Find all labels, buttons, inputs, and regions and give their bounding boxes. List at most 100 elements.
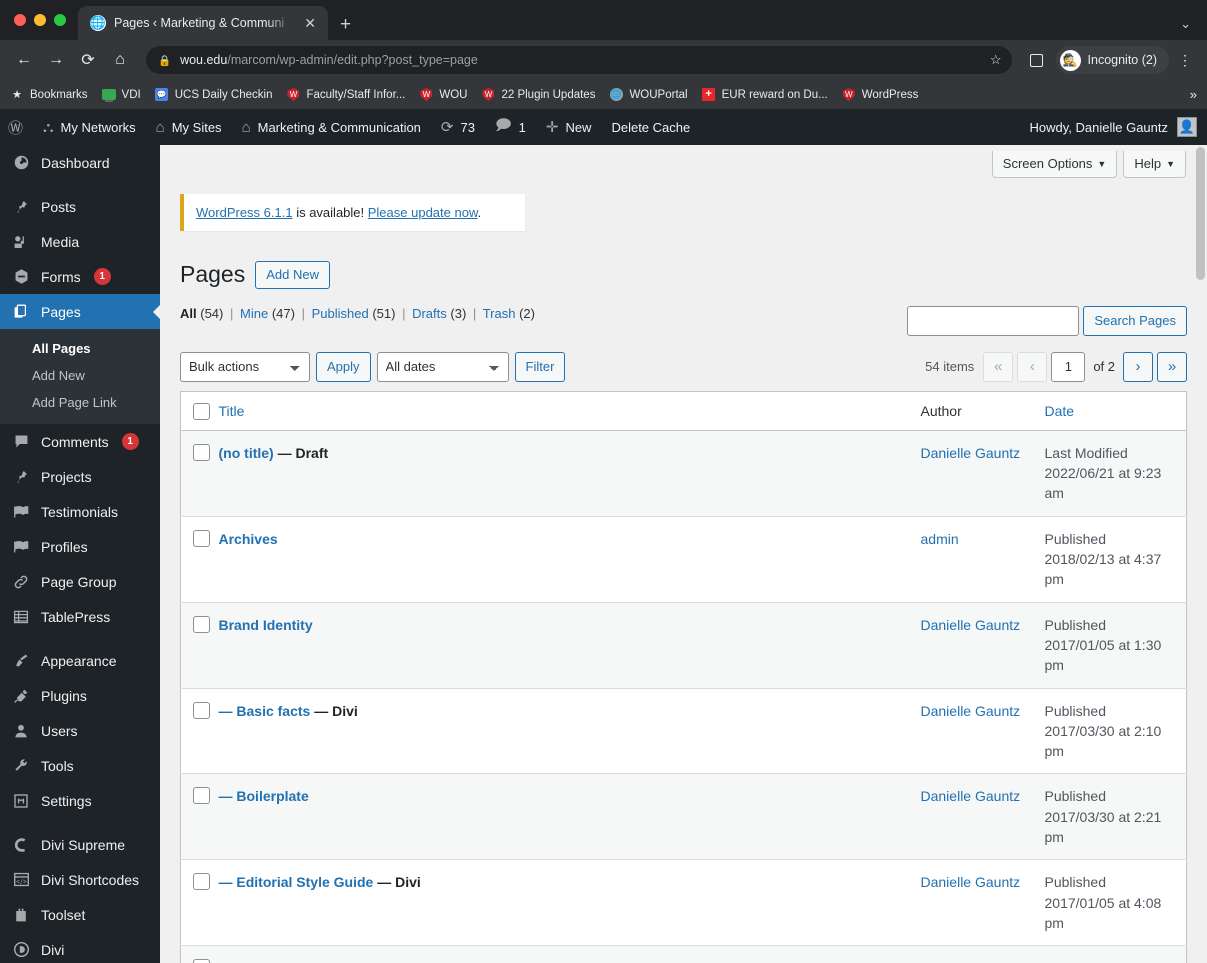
maximize-window-button[interactable] (54, 14, 66, 26)
admin-bar-my-sites[interactable]: ⌂ My Sites (146, 109, 232, 145)
help-button[interactable]: Help ▼ (1123, 151, 1186, 178)
row-checkbox[interactable] (193, 959, 210, 963)
bookmark-item-faculty-staff[interactable]: W Faculty/Staff Infor... (286, 88, 405, 102)
admin-bar-site-name[interactable]: ⌂ Marketing & Communication (232, 109, 431, 145)
update-now-link[interactable]: Please update now (368, 205, 478, 220)
sidebar-item-appearance[interactable]: Appearance (0, 643, 160, 678)
bookmark-item-plugin-updates[interactable]: W 22 Plugin Updates (481, 88, 595, 102)
bookmark-star-icon[interactable]: ☆ (990, 52, 1002, 68)
sidebar-item-forms[interactable]: Forms 1 (0, 259, 160, 294)
search-input[interactable] (907, 305, 1080, 336)
sidebar-item-toolset[interactable]: Toolset (0, 897, 160, 932)
admin-bar-my-networks[interactable]: ⛬ My Networks (33, 109, 146, 145)
sidebar-item-pages[interactable]: Pages (0, 294, 160, 329)
filter-mine[interactable]: Mine (240, 306, 268, 321)
row-checkbox[interactable] (193, 873, 210, 891)
wp-logo-button[interactable]: Ⓦ (0, 109, 33, 145)
sidebar-item-profiles[interactable]: Profiles (0, 529, 160, 564)
admin-bar-account[interactable]: Howdy, Danielle Gauntz 👤 (1030, 117, 1207, 137)
row-title-link[interactable]: Boilerplate (236, 788, 308, 804)
wordpress-version-link[interactable]: WordPress 6.1.1 (196, 205, 293, 220)
vertical-scrollbar[interactable] (1196, 147, 1205, 961)
filter-drafts[interactable]: Drafts (412, 306, 447, 321)
sidebar-item-settings[interactable]: Settings (0, 783, 160, 818)
bookmark-item-ucs-daily-checkin[interactable]: 💬 UCS Daily Checkin (155, 88, 272, 102)
sidebar-item-testimonials[interactable]: Testimonials (0, 494, 160, 529)
sidebar-item-projects[interactable]: Projects (0, 459, 160, 494)
screen-options-button[interactable]: Screen Options ▼ (991, 151, 1118, 178)
filter-published[interactable]: Published (312, 306, 369, 321)
column-header-date[interactable]: Date (1044, 391, 1187, 431)
sidebar-item-dashboard[interactable]: Dashboard (0, 145, 160, 180)
last-page-button[interactable]: » (1157, 351, 1187, 382)
add-new-button[interactable]: Add New (255, 260, 330, 290)
row-title-link[interactable]: Brand Identity (219, 617, 313, 633)
row-author-link[interactable]: Danielle Gauntz (921, 617, 1021, 633)
bookmark-item-eur-reward[interactable]: + EUR reward on Du... (702, 88, 828, 102)
next-page-button[interactable]: › (1123, 351, 1153, 382)
row-author-link[interactable]: Danielle Gauntz (921, 788, 1021, 804)
sidebar-item-divi[interactable]: Divi (0, 932, 160, 963)
filter-button[interactable]: Filter (514, 351, 566, 382)
row-author-link[interactable]: Danielle Gauntz (921, 874, 1021, 890)
row-title-link[interactable]: Editorial Style Guide (236, 874, 373, 890)
row-checkbox[interactable] (193, 443, 210, 461)
tab-close-icon[interactable]: ✕ (302, 14, 318, 32)
profile-incognito-button[interactable]: 🕵 Incognito (2) (1055, 46, 1169, 74)
column-header-title[interactable]: Title (218, 391, 921, 431)
row-title-link[interactable]: Basic facts (236, 703, 310, 719)
apply-button[interactable]: Apply (316, 351, 371, 382)
reload-button[interactable]: ⟳ (74, 46, 102, 74)
address-bar[interactable]: 🔒 wou.edu/marcom/wp-admin/edit.php?post_… (146, 46, 1012, 74)
bookmark-item-wou[interactable]: W WOU (419, 88, 467, 102)
sidebar-item-media[interactable]: Media (0, 224, 160, 259)
row-author-link[interactable]: admin (921, 531, 959, 547)
row-author-link[interactable]: Danielle Gauntz (921, 445, 1021, 461)
chevron-down-icon[interactable]: ⌄ (1180, 16, 1191, 32)
bookmark-item-wouportal[interactable]: 🌐 WOUPortal (609, 88, 688, 102)
row-checkbox[interactable] (193, 615, 210, 633)
sidebar-item-divi-supreme[interactable]: Divi Supreme (0, 827, 160, 862)
admin-bar-updates[interactable]: ⟳ 73 (431, 109, 485, 145)
sidebar-item-tablepress[interactable]: TablePress (0, 599, 160, 634)
scrollbar-thumb[interactable] (1196, 147, 1205, 280)
date-filter-select[interactable]: All dates (376, 351, 509, 382)
bookmark-item-bookmarks[interactable]: ★ Bookmarks (10, 88, 87, 102)
side-panel-icon[interactable] (1024, 47, 1050, 73)
row-title-link[interactable]: (no title) (219, 445, 274, 461)
select-all-checkbox[interactable] (193, 402, 210, 420)
filter-trash[interactable]: Trash (483, 306, 516, 321)
bulk-actions-select[interactable]: Bulk actions (180, 351, 310, 382)
sidebar-item-posts[interactable]: Posts (0, 189, 160, 224)
row-checkbox[interactable] (193, 701, 210, 719)
sidebar-item-page-group[interactable]: Page Group (0, 564, 160, 599)
browser-menu-icon[interactable]: ⋮ (1173, 52, 1197, 69)
submenu-item-add-new[interactable]: Add New (0, 362, 160, 389)
sidebar-item-tools[interactable]: Tools (0, 748, 160, 783)
bookmark-item-vdi[interactable]: VDI (101, 88, 141, 102)
forward-button[interactable]: → (42, 46, 70, 74)
bookmarks-overflow-icon[interactable]: » (1190, 87, 1197, 102)
sidebar-item-plugins[interactable]: Plugins (0, 678, 160, 713)
sidebar-item-users[interactable]: Users (0, 713, 160, 748)
sidebar-item-divi-shortcodes[interactable]: </> Divi Shortcodes (0, 862, 160, 897)
row-title-link[interactable]: Archives (219, 531, 278, 547)
back-button[interactable]: ← (10, 46, 38, 74)
close-window-button[interactable] (14, 14, 26, 26)
admin-bar-new[interactable]: ✛ New (536, 109, 602, 145)
admin-bar-comments[interactable]: 🗩 1 (485, 109, 536, 145)
sidebar-item-comments[interactable]: Comments 1 (0, 424, 160, 459)
admin-bar-delete-cache[interactable]: Delete Cache (601, 109, 700, 145)
bookmark-item-wordpress[interactable]: W WordPress (842, 88, 918, 102)
search-pages-button[interactable]: Search Pages (1083, 305, 1187, 336)
filter-all[interactable]: All (180, 306, 197, 321)
row-checkbox[interactable] (193, 529, 210, 547)
submenu-item-all-pages[interactable]: All Pages (0, 335, 160, 362)
row-author-link[interactable]: Danielle Gauntz (921, 703, 1021, 719)
new-tab-button[interactable]: + (340, 15, 351, 34)
home-button[interactable]: ⌂ (106, 46, 134, 74)
row-checkbox[interactable] (193, 787, 210, 805)
minimize-window-button[interactable] (34, 14, 46, 26)
submenu-item-add-page-link[interactable]: Add Page Link (0, 389, 160, 416)
current-page-input[interactable] (1051, 351, 1086, 382)
